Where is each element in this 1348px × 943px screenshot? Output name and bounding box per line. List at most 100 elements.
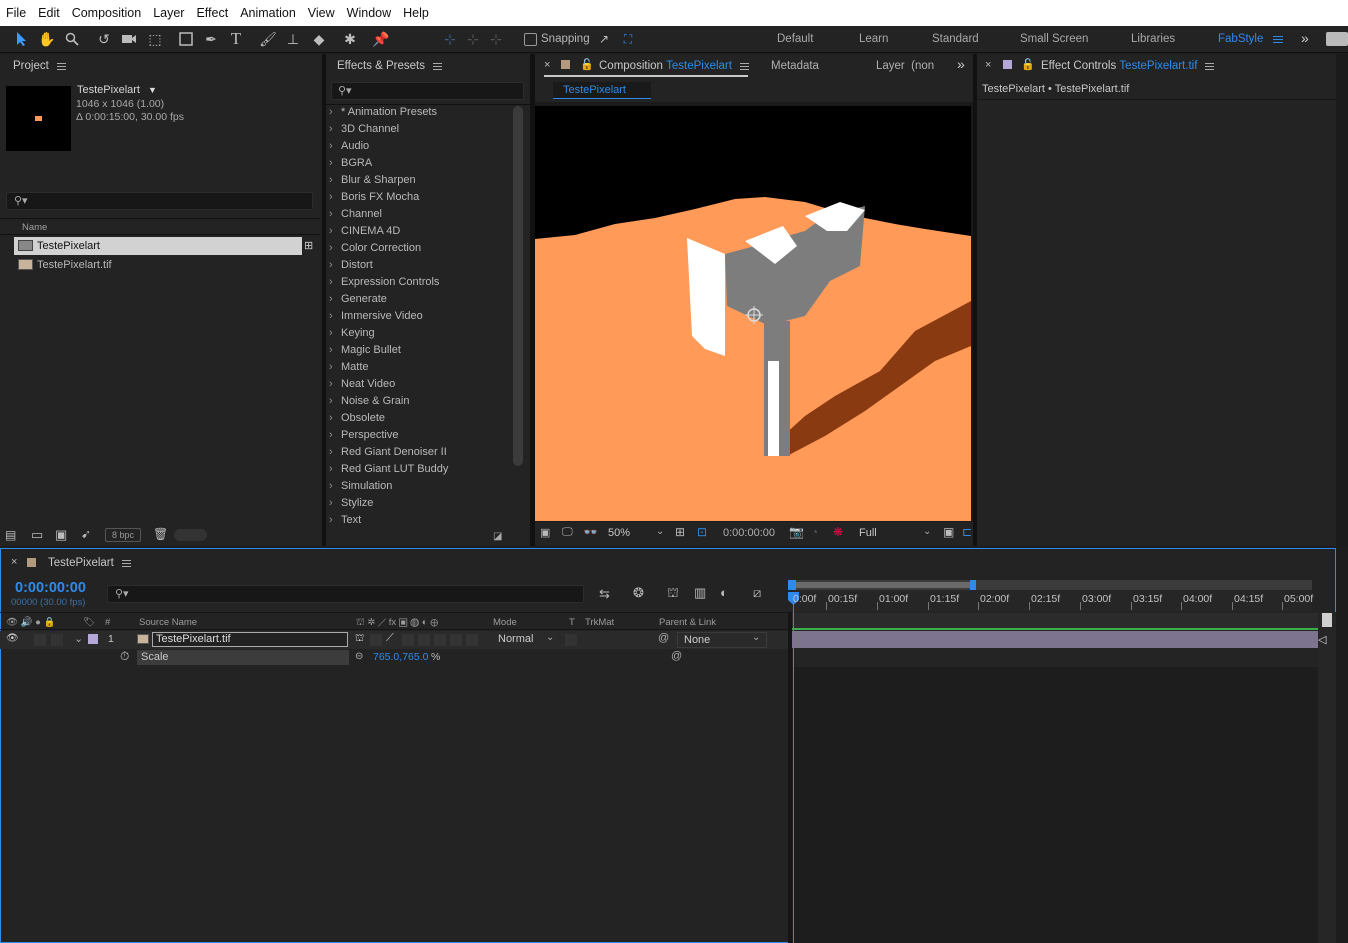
layer-name-field[interactable]: TestePixelart.tif — [152, 632, 348, 647]
collapse-switch[interactable] — [370, 634, 382, 646]
thumbnail-slider[interactable] — [174, 529, 207, 541]
scale-value[interactable]: 765.0,765.0 — [373, 651, 428, 663]
always-preview-icon[interactable]: ▣ — [540, 526, 550, 539]
delete-icon[interactable]: 🗑 — [153, 527, 168, 541]
snap-edges-icon[interactable]: ↗ — [594, 29, 614, 49]
effects-category[interactable]: › Blur & Sharpen — [329, 172, 509, 189]
lock-icon[interactable]: 🔓 — [580, 58, 594, 71]
effect-switch[interactable] — [402, 634, 414, 646]
monitor-icon[interactable]: 🖵 — [562, 526, 573, 539]
effects-category[interactable]: › Stylize — [329, 495, 509, 512]
pick-whip-icon[interactable]: @ — [658, 632, 669, 644]
comp-viewer[interactable] — [535, 102, 973, 522]
effects-category[interactable]: › Obsolete — [329, 410, 509, 427]
layer-out-point-icon[interactable]: ◁ — [1318, 633, 1326, 646]
lock-toggle[interactable] — [51, 634, 63, 646]
menu-edit[interactable]: Edit — [32, 0, 66, 26]
effects-category[interactable]: › Text — [329, 512, 509, 529]
layer-tab[interactable]: Layer (non — [876, 60, 934, 72]
workspace-fabstyle[interactable]: FabStyle — [1218, 33, 1263, 45]
effects-category[interactable]: › Neat Video — [329, 376, 509, 393]
preserve-transparency-toggle[interactable] — [565, 634, 577, 646]
project-column-name[interactable]: Name — [22, 222, 47, 233]
effects-category[interactable]: › Magic Bullet — [329, 342, 509, 359]
close-effect-controls-icon[interactable]: × — [985, 59, 991, 71]
panel-overflow-icon[interactable]: » — [957, 56, 965, 72]
fast-previews-icon[interactable]: ⊏ — [962, 525, 972, 539]
layer-duration-bar[interactable] — [792, 631, 1318, 648]
timeline-search-input[interactable]: ⚲▾ — [107, 585, 584, 603]
workspace-standard[interactable]: Standard — [932, 33, 979, 45]
menu-help[interactable]: Help — [397, 0, 435, 26]
workspace-libraries[interactable]: Libraries — [1131, 33, 1175, 45]
view-axis-icon[interactable]: ⊹ — [486, 29, 506, 49]
close-timeline-tab-icon[interactable]: × — [11, 556, 17, 568]
constrain-proportions-icon[interactable]: ⊝ — [355, 651, 363, 662]
effects-category[interactable]: › Audio — [329, 138, 509, 155]
camera-tool-icon[interactable] — [119, 29, 139, 49]
effects-category[interactable]: › Perspective — [329, 427, 509, 444]
clone-stamp-tool-icon[interactable]: ⊥ — [283, 29, 303, 49]
effects-category[interactable]: › BGRA — [329, 155, 509, 172]
effects-category[interactable]: › Color Correction — [329, 240, 509, 257]
parent-dropdown[interactable]: None ⌄ — [677, 632, 767, 648]
local-axis-icon[interactable]: ⊹ — [440, 29, 460, 49]
project-tab-label[interactable]: Project — [13, 60, 49, 72]
effects-category[interactable]: › Matte — [329, 359, 509, 376]
source-name-header[interactable]: Source Name — [139, 617, 197, 628]
mode-dropdown[interactable]: Normal ⌄ — [493, 632, 557, 648]
zoom-dropdown[interactable]: 50% — [608, 527, 630, 539]
chevron-down-icon[interactable]: ⌄ — [656, 526, 664, 537]
effects-category[interactable]: › Generate — [329, 291, 509, 308]
work-area-end-handle[interactable] — [970, 580, 976, 590]
effects-new-item-icon[interactable]: ◪ — [493, 531, 502, 542]
effects-category[interactable]: › Distort — [329, 257, 509, 274]
effects-category[interactable]: › Noise & Grain — [329, 393, 509, 410]
project-search-input[interactable]: ⚲▾ — [6, 192, 313, 210]
effects-category[interactable]: › Red Giant LUT Buddy — [329, 461, 509, 478]
shy-switch-icon[interactable]: ⛫ — [355, 633, 364, 646]
effects-category[interactable]: › Keying — [329, 325, 509, 342]
effects-category[interactable]: › Simulation — [329, 478, 509, 495]
show-snapshot-icon[interactable]: ◔ — [811, 525, 818, 539]
dependencies-icon[interactable]: ➹ — [81, 527, 91, 541]
snap-features-icon[interactable]: ⛶ — [618, 29, 638, 49]
property-name-field[interactable]: Scale — [137, 650, 349, 665]
snapshot-camera-icon[interactable]: 📷 — [789, 525, 804, 539]
selection-tool-icon[interactable] — [12, 29, 32, 49]
transparency-grid-icon[interactable]: ⊡ — [697, 525, 707, 539]
menu-effect[interactable]: Effect — [190, 0, 234, 26]
current-time-display[interactable]: 0:00:00:00 — [15, 580, 86, 596]
world-axis-icon[interactable]: ⊹ — [463, 29, 483, 49]
type-tool-icon[interactable]: T — [226, 29, 246, 49]
expression-pick-whip-icon[interactable]: @ — [671, 650, 682, 662]
effects-scrollbar[interactable] — [513, 106, 523, 466]
project-item-row[interactable]: TestePixelart — [14, 237, 302, 255]
quality-switch-icon[interactable]: ⟋ — [386, 632, 394, 645]
effects-category[interactable]: › Boris FX Mocha — [329, 189, 509, 206]
menu-composition[interactable]: Composition — [66, 0, 147, 26]
timeline-tab[interactable]: TestePixelart — [48, 551, 131, 575]
menu-file[interactable]: File — [0, 0, 32, 26]
workspace-small-screen[interactable]: Small Screen — [1020, 33, 1088, 45]
new-comp-icon[interactable]: ▣ — [55, 527, 67, 543]
comp-dropdown-icon[interactable]: ▼ — [148, 85, 157, 95]
effects-category[interactable]: › Immersive Video — [329, 308, 509, 325]
adjustment-switch[interactable] — [450, 634, 462, 646]
workspace-learn[interactable]: Learn — [859, 33, 888, 45]
effects-category[interactable]: › 3D Channel — [329, 121, 509, 138]
region-of-interest-icon[interactable]: ▣ — [943, 525, 954, 539]
snapping-checkbox[interactable] — [524, 33, 537, 46]
workspace-menu-icon[interactable] — [1273, 34, 1283, 45]
pan-behind-tool-icon[interactable]: ⬚ — [145, 29, 165, 49]
comp-end-marker[interactable] — [1322, 613, 1332, 627]
effects-category[interactable]: › CINEMA 4D — [329, 223, 509, 240]
video-toggle-icon[interactable]: 👁 — [6, 633, 19, 644]
composition-panel-menu-icon[interactable] — [739, 61, 749, 72]
hand-tool-icon[interactable]: ✋ — [37, 29, 57, 49]
effect-controls-tab[interactable]: Effect Controls TestePixelart.tif — [1041, 54, 1215, 78]
color-channels-icon[interactable]: ❋ — [833, 525, 843, 539]
menu-view[interactable]: View — [302, 0, 341, 26]
chevron-down-icon[interactable]: ⌄ — [74, 632, 83, 645]
chevron-down-icon[interactable]: ⌄ — [923, 526, 931, 537]
